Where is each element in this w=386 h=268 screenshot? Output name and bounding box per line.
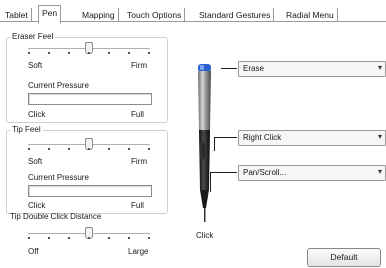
pen-illustration-icon: [198, 64, 211, 222]
slider-tick: [148, 52, 150, 54]
eraser-full-label: Full: [131, 110, 144, 119]
tip-soft-label: Soft: [28, 157, 43, 166]
slider-tick: [28, 148, 30, 150]
slider-tick: [68, 52, 70, 54]
eraser-firm-label: Firm: [131, 61, 147, 70]
tab-radial-menu[interactable]: Radial Menu: [283, 8, 338, 22]
lower-side-switch-dropdown[interactable]: Pan/Scroll... ▾: [238, 165, 386, 181]
slider-tick: [128, 148, 130, 150]
slider-tick: [48, 237, 50, 239]
slider-tick: [68, 148, 70, 150]
eraser-soft-label: Soft: [28, 61, 43, 70]
slider-tick: [88, 237, 90, 239]
eraser-pressure-bar: [28, 93, 152, 105]
double-click-distance-title: Tip Double Click Distance: [10, 212, 102, 221]
lower-switch-leader-line: [210, 172, 237, 173]
upper-side-switch-value: Right Click: [243, 133, 282, 142]
slider-tick: [108, 52, 110, 54]
tab-touch-options[interactable]: Touch Options: [124, 8, 186, 22]
slider-tick: [128, 237, 130, 239]
chevron-down-icon: ▾: [377, 132, 382, 141]
eraser-pressure-label: Current Pressure: [28, 81, 89, 90]
tip-click-label: Click: [28, 201, 46, 210]
tip-full-label: Full: [131, 201, 144, 210]
upper-switch-leader-line: [214, 137, 237, 138]
chevron-down-icon: ▾: [377, 63, 382, 72]
eraser-leader-line: [221, 68, 237, 69]
eraser-click-label: Click: [28, 110, 46, 119]
double-click-off-label: Off: [28, 247, 39, 256]
eraser-function-dropdown[interactable]: Erase ▾: [238, 61, 386, 77]
slider-tick: [28, 52, 30, 54]
tab-pen[interactable]: Pen: [38, 5, 62, 24]
tab-standard-gestures[interactable]: Standard Gestures: [196, 8, 275, 22]
slider-tick: [88, 52, 90, 54]
slider-tick: [68, 237, 70, 239]
eraser-function-value: Erase: [243, 64, 264, 73]
tip-firm-label: Firm: [131, 157, 147, 166]
double-click-distance-slider[interactable]: [28, 227, 150, 241]
lower-side-switch-value: Pan/Scroll...: [243, 168, 287, 177]
tip-feel-title: Tip Feel: [10, 125, 43, 134]
upper-switch-leader-line-vertical: [214, 137, 215, 151]
slider-tick: [48, 148, 50, 150]
tab-bar: Tablet Pen Mapping Touch Options Standar…: [0, 0, 386, 24]
tip-feel-slider[interactable]: [28, 138, 150, 152]
eraser-feel-title: Eraser Feel: [10, 32, 56, 41]
slider-tick: [148, 148, 150, 150]
slider-tick: [148, 237, 150, 239]
default-button[interactable]: Default: [307, 248, 381, 267]
tip-pressure-bar: [28, 185, 152, 197]
double-click-large-label: Large: [128, 247, 149, 256]
tab-mapping[interactable]: Mapping: [79, 8, 119, 22]
eraser-feel-slider[interactable]: [28, 42, 150, 56]
slider-tick: [48, 52, 50, 54]
slider-tick: [88, 148, 90, 150]
slider-tick: [128, 52, 130, 54]
upper-side-switch-dropdown[interactable]: Right Click ▾: [238, 130, 386, 146]
chevron-down-icon: ▾: [377, 167, 382, 176]
tab-tablet[interactable]: Tablet: [2, 8, 32, 22]
tip-function-label: Click: [196, 231, 214, 240]
slider-tick: [108, 148, 110, 150]
tip-pressure-label: Current Pressure: [28, 173, 89, 182]
slider-tick: [28, 237, 30, 239]
slider-tick: [108, 237, 110, 239]
lower-switch-leader-line-vertical: [210, 172, 211, 192]
